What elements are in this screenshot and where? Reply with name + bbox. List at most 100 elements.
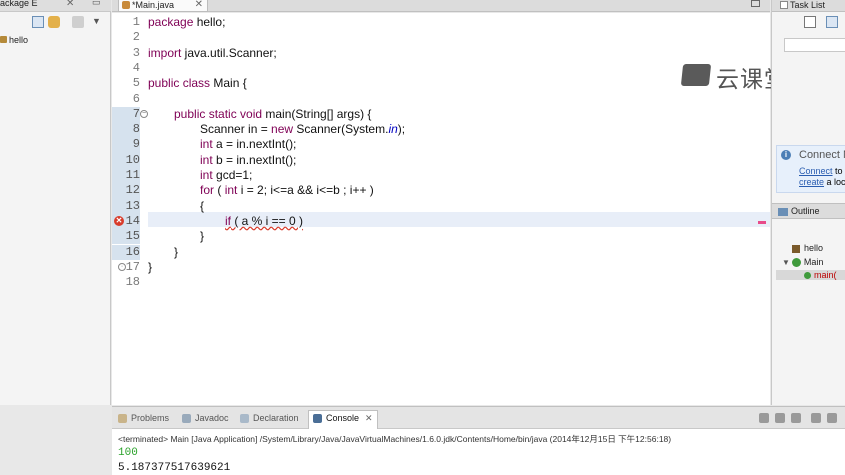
line-number: 15 (112, 229, 140, 245)
view-menu-toggle-icon[interactable] (72, 16, 84, 28)
line-number: 10 (112, 152, 140, 168)
minimize-icon[interactable]: ▭ (92, 0, 101, 8)
package-explorer-toolbar: ▼ (28, 16, 108, 32)
code-line-5: public class Main { (148, 76, 247, 91)
editor-tabbar: *Main.java ✕ (112, 0, 770, 12)
line-number-gutter: 1 2 3 4 5 6 7 8 9 10 11 12 13 14 15 16 1… (112, 13, 148, 405)
remove-all-icon[interactable] (791, 413, 801, 423)
tab-problems[interactable]: Problems (118, 411, 169, 425)
problems-icon (118, 414, 127, 424)
outline-item-class[interactable]: ▼ Main (782, 257, 823, 268)
bottom-tabbar: Problems Javadoc Declaration Console ✕ (112, 407, 845, 429)
line-number: 3 (132, 45, 140, 60)
code-editor[interactable]: 1 2 3 4 5 6 7 8 9 10 11 12 13 14 15 16 1… (112, 13, 787, 405)
line-number: 11 (112, 168, 140, 184)
line-number: 5 (132, 76, 140, 91)
terminate-icon[interactable] (759, 413, 769, 423)
console-toolbar (755, 411, 845, 425)
link-with-editor-icon[interactable] (48, 16, 60, 28)
code-line-14: if ( a % i == 0 ) (225, 213, 304, 228)
task-list-icon (780, 1, 788, 9)
code-line-12: for ( int i = 2; i<=a && i<=b ; i++ ) (200, 183, 374, 198)
declaration-icon (240, 414, 249, 424)
info-icon: i (781, 150, 791, 160)
error-marker-icon[interactable]: ✕ (114, 216, 124, 226)
categorize-icon[interactable] (826, 16, 838, 28)
line-number: 6 (132, 91, 140, 106)
new-task-icon[interactable] (804, 16, 816, 28)
connect-link[interactable]: Connect (799, 166, 833, 176)
overview-ruler-error-mark[interactable] (758, 221, 766, 224)
task-list-toolbar (802, 16, 845, 30)
connect-title: Connect M (799, 149, 845, 161)
package-icon (0, 36, 7, 43)
method-icon (804, 272, 811, 280)
outline-tab-label: Outline (791, 206, 820, 216)
fold-toggle-icon[interactable]: − (140, 110, 148, 118)
maximize-icon[interactable] (751, 0, 760, 7)
line-number: 18 (125, 275, 140, 290)
console-icon (313, 414, 322, 424)
tree-item-label: hello (9, 35, 29, 45)
tree-item-hello[interactable]: hello (0, 35, 28, 45)
code-line-15: } (200, 229, 205, 244)
outline-tab[interactable]: Outline (772, 203, 845, 219)
watermark-icon (680, 64, 712, 86)
line-number: 1 (132, 15, 140, 29)
task-list-tab-label: Task List (790, 0, 826, 10)
line-number: 17 (125, 259, 140, 274)
java-file-icon (122, 1, 130, 9)
eclipse-window: Package E ✕ ▭ ▼ hello *Main.java ✕ 1 2 3… (0, 0, 845, 475)
override-marker-icon: · (118, 263, 126, 271)
outline-item-package[interactable]: hello (792, 243, 823, 253)
create-line: create a loc (799, 177, 845, 187)
code-line-16: } (174, 244, 179, 259)
class-icon (791, 258, 801, 268)
code-line-13: { (200, 198, 205, 213)
create-link[interactable]: create (799, 177, 824, 187)
close-icon[interactable]: ✕ (195, 0, 203, 10)
console-input-line: 100 (118, 447, 138, 459)
code-line-1: package hello; (148, 15, 226, 29)
package-explorer-panel: Package E ✕ ▭ ▼ hello (0, 0, 111, 405)
tab-javadoc[interactable]: Javadoc (182, 411, 229, 425)
connect-line: Connect to (799, 166, 843, 176)
package-explorer-tab-label: Package E (0, 0, 38, 8)
line-number: 7 (112, 106, 140, 123)
task-list-tab[interactable]: Task List (772, 0, 845, 12)
collapse-all-icon[interactable] (32, 16, 44, 28)
connect-mylyn-box: i Connect M Connect to create a loc (776, 145, 845, 193)
pin-console-icon[interactable] (827, 413, 837, 423)
code-line-11: int gcd=1; (200, 168, 253, 182)
close-icon[interactable]: ✕ (365, 413, 373, 423)
code-line-3: import java.util.Scanner; (148, 45, 277, 60)
terminated-status: <terminated> Main [Java Application] /Sy… (118, 434, 672, 444)
remove-launch-icon[interactable] (775, 413, 785, 423)
line-number: 16 (112, 244, 140, 260)
console-output-line: 5.187377517639621 (118, 462, 231, 474)
code-line-17: } (148, 259, 153, 274)
package-icon (792, 244, 800, 253)
close-icon[interactable]: ✕ (66, 0, 74, 9)
line-number: 9 (112, 137, 140, 153)
line-number: 13 (112, 198, 140, 214)
tab-main-java[interactable]: *Main.java ✕ (118, 0, 208, 12)
package-explorer-tab[interactable]: Package E ✕ ▭ (0, 0, 111, 12)
javadoc-icon (182, 414, 191, 424)
code-line-10: int b = in.nextInt(); (200, 152, 297, 167)
code-line-9: int a = in.nextInt(); (200, 137, 297, 152)
editor-tab-label: *Main.java (132, 0, 175, 10)
tab-declaration[interactable]: Declaration (240, 411, 299, 425)
code-line-8: Scanner in = new Scanner(System.in); (200, 122, 406, 137)
task-search-input[interactable] (784, 38, 845, 52)
chevron-down-icon[interactable]: ▼ (92, 16, 104, 28)
right-side-panels: Task List i Connect M Connect to create … (771, 0, 845, 405)
tab-console[interactable]: Console ✕ (308, 410, 378, 429)
outline-icon (778, 207, 788, 216)
line-number: 2 (132, 30, 140, 45)
expand-icon[interactable]: ▼ (782, 258, 790, 267)
scroll-lock-icon[interactable] (811, 413, 821, 423)
line-number: 12 (112, 183, 140, 199)
outline-item-method[interactable]: main( (776, 270, 845, 280)
code-line-7: public static void main(String[] args) { (174, 106, 372, 121)
